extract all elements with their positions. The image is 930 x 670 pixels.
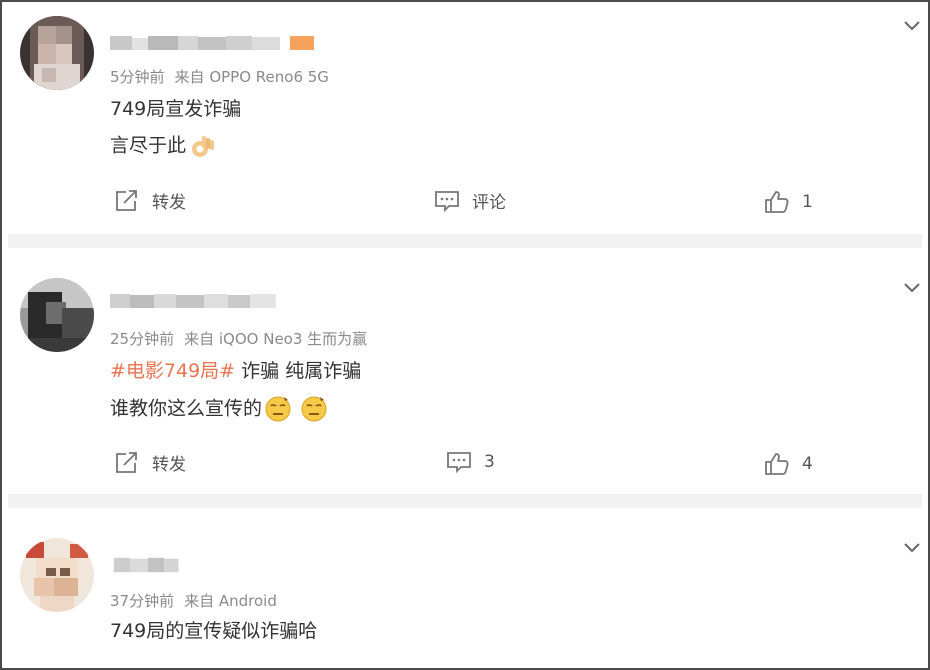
comment-text-line: #电影749局# 诈骗 纯属诈骗	[110, 358, 361, 384]
username-blurred[interactable]	[110, 34, 320, 52]
divider	[8, 494, 922, 508]
comment-button[interactable]: 评论	[434, 188, 506, 213]
divider	[8, 234, 922, 248]
comment-text: 谁教你这么宣传的	[110, 397, 263, 420]
chevron-down-icon[interactable]	[904, 278, 920, 293]
forward-button[interactable]: 转发	[114, 450, 186, 475]
forward-label: 转发	[152, 193, 186, 213]
forward-icon	[116, 451, 137, 473]
dizzy-face-emoji	[265, 396, 291, 422]
dizzy-face-emoji	[301, 396, 327, 422]
comment-text: 诈骗 纯属诈骗	[235, 360, 362, 382]
comment-time: 25分钟前	[110, 330, 175, 348]
like-icon	[765, 453, 789, 475]
comment-label: 评论	[472, 193, 506, 213]
topic-tag-link[interactable]: #电影749局#	[110, 360, 235, 382]
like-button[interactable]: 1	[764, 190, 813, 214]
avatar[interactable]	[20, 278, 94, 352]
comment-feed: 5分钟前 来自 OPPO Reno6 5G 749局宣发诈骗 言尽于此 转发 评…	[0, 0, 930, 670]
comment-meta: 25分钟前 来自 iQOO Neo3 生而为赢	[110, 328, 367, 349]
comment-source: 来自 OPPO Reno6 5G	[174, 68, 329, 86]
like-icon	[765, 191, 789, 213]
comment-icon	[447, 452, 471, 474]
comment-source: 来自 Android	[184, 592, 277, 610]
comment-text-line: 749局宣发诈骗	[110, 98, 242, 120]
comment-time: 37分钟前	[110, 592, 175, 610]
comment-card: 5分钟前 来自 OPPO Reno6 5G 749局宣发诈骗 言尽于此 转发 评…	[2, 2, 928, 234]
comment-source: 来自 iQOO Neo3 生而为赢	[184, 330, 368, 348]
forward-label: 转发	[152, 455, 186, 475]
comment-text-line: 谁教你这么宣传的	[110, 395, 328, 423]
username-blurred[interactable]	[110, 292, 280, 310]
avatar[interactable]	[20, 16, 94, 90]
chevron-down-icon[interactable]	[904, 538, 920, 553]
comment-count: 3	[484, 452, 495, 472]
comment-card: 25分钟前 来自 iQOO Neo3 生而为赢 #电影749局# 诈骗 纯属诈骗 …	[2, 248, 928, 494]
comment-icon	[435, 190, 459, 212]
avatar[interactable]	[20, 538, 94, 612]
comment-time: 5分钟前	[110, 68, 165, 86]
comment-meta: 37分钟前 来自 Android	[110, 590, 277, 611]
comment-text: 言尽于此	[110, 134, 187, 157]
forward-icon	[116, 189, 137, 211]
comment-card: 37分钟前 来自 Android 749局的宣传疑似诈骗哈	[2, 508, 928, 668]
comment-text-line: 言尽于此	[110, 132, 216, 160]
comment-meta: 5分钟前 来自 OPPO Reno6 5G	[110, 66, 329, 87]
username-blurred[interactable]	[110, 556, 186, 574]
chevron-down-icon[interactable]	[904, 16, 920, 31]
comment-button[interactable]: 3	[446, 450, 495, 474]
like-count: 1	[802, 192, 813, 212]
like-count: 4	[802, 454, 813, 474]
forward-button[interactable]: 转发	[114, 188, 186, 213]
comment-text-line: 749局的宣传疑似诈骗哈	[110, 620, 318, 642]
ok-hand-emoji	[192, 136, 215, 157]
like-button[interactable]: 4	[764, 452, 813, 476]
